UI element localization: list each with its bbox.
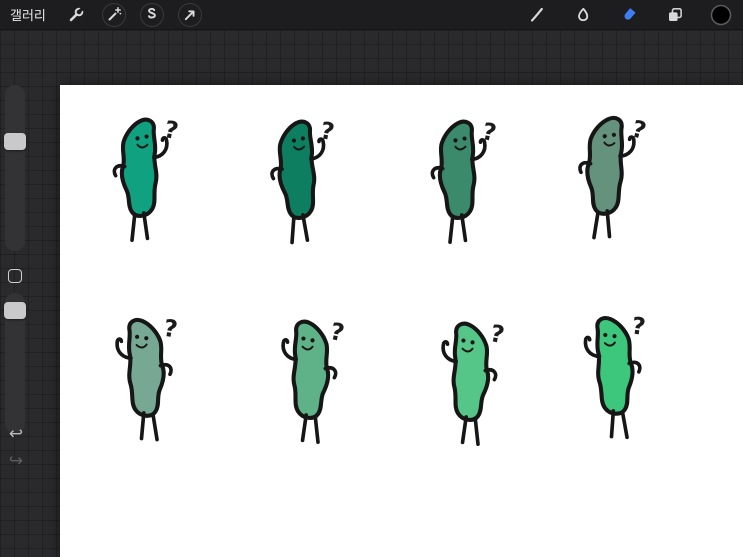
selection-button[interactable] (139, 2, 164, 27)
character-body (114, 120, 167, 241)
modify-button[interactable] (8, 269, 22, 283)
smudge-icon (578, 7, 589, 21)
character-drawing: ? (90, 314, 180, 459)
eraser-button[interactable] (617, 3, 641, 27)
character-body (576, 116, 635, 239)
selection-s-icon (147, 7, 156, 18)
layers-button[interactable] (663, 3, 687, 27)
character-drawing: ? (418, 319, 507, 461)
redo-button[interactable]: ↪ (5, 450, 27, 472)
drawing-canvas[interactable]: ? ? ? ? ? ? ? ? (60, 85, 743, 557)
character-drawing: ? (410, 117, 499, 259)
character-body (432, 122, 485, 243)
character-drawing: ? (247, 116, 337, 260)
current-color-circle (710, 4, 732, 25)
undo-button[interactable]: ↩ (5, 423, 27, 445)
transform-arrow-icon (184, 9, 195, 20)
character-drawing: ? (258, 317, 347, 459)
brush-size-slider[interactable] (5, 85, 25, 251)
paint-brush-icon (530, 7, 543, 22)
question-mark-doodle: ? (630, 311, 647, 341)
left-tool-group (64, 2, 202, 27)
gallery-button[interactable]: 갤러리 (0, 5, 50, 24)
adjustments-button[interactable] (101, 2, 126, 27)
question-mark-doodle: ? (318, 116, 336, 146)
question-mark-doodle: ? (328, 317, 347, 347)
question-mark-doodle: ? (162, 115, 181, 145)
character-drawing: ? (558, 311, 647, 459)
question-mark-doodle: ? (488, 319, 507, 349)
character-drawing: ? (553, 102, 649, 257)
opacity-handle[interactable] (4, 302, 26, 319)
workspace-background: ↩ ↪ ? ? ? ? ? ? ? ? (0, 30, 743, 557)
character-drawing: ? (92, 115, 181, 257)
color-button[interactable] (709, 3, 733, 27)
layers-icon (669, 7, 682, 21)
right-tool-group (525, 3, 733, 27)
magic-wand-icon (108, 6, 122, 20)
transform-button[interactable] (177, 2, 202, 27)
top-toolbar: 갤러리 (0, 0, 743, 30)
question-mark-doodle: ? (480, 117, 499, 147)
brush-button[interactable] (525, 3, 549, 27)
eraser-icon (624, 7, 636, 20)
smudge-button[interactable] (571, 3, 595, 27)
wrench-icon (69, 5, 85, 21)
color-swatch (710, 4, 732, 25)
question-mark-doodle: ? (629, 114, 649, 145)
actions-button[interactable] (64, 3, 88, 27)
eraser-glyph (624, 7, 636, 20)
question-mark-doodle: ? (162, 314, 180, 344)
brush-size-handle[interactable] (4, 133, 26, 150)
